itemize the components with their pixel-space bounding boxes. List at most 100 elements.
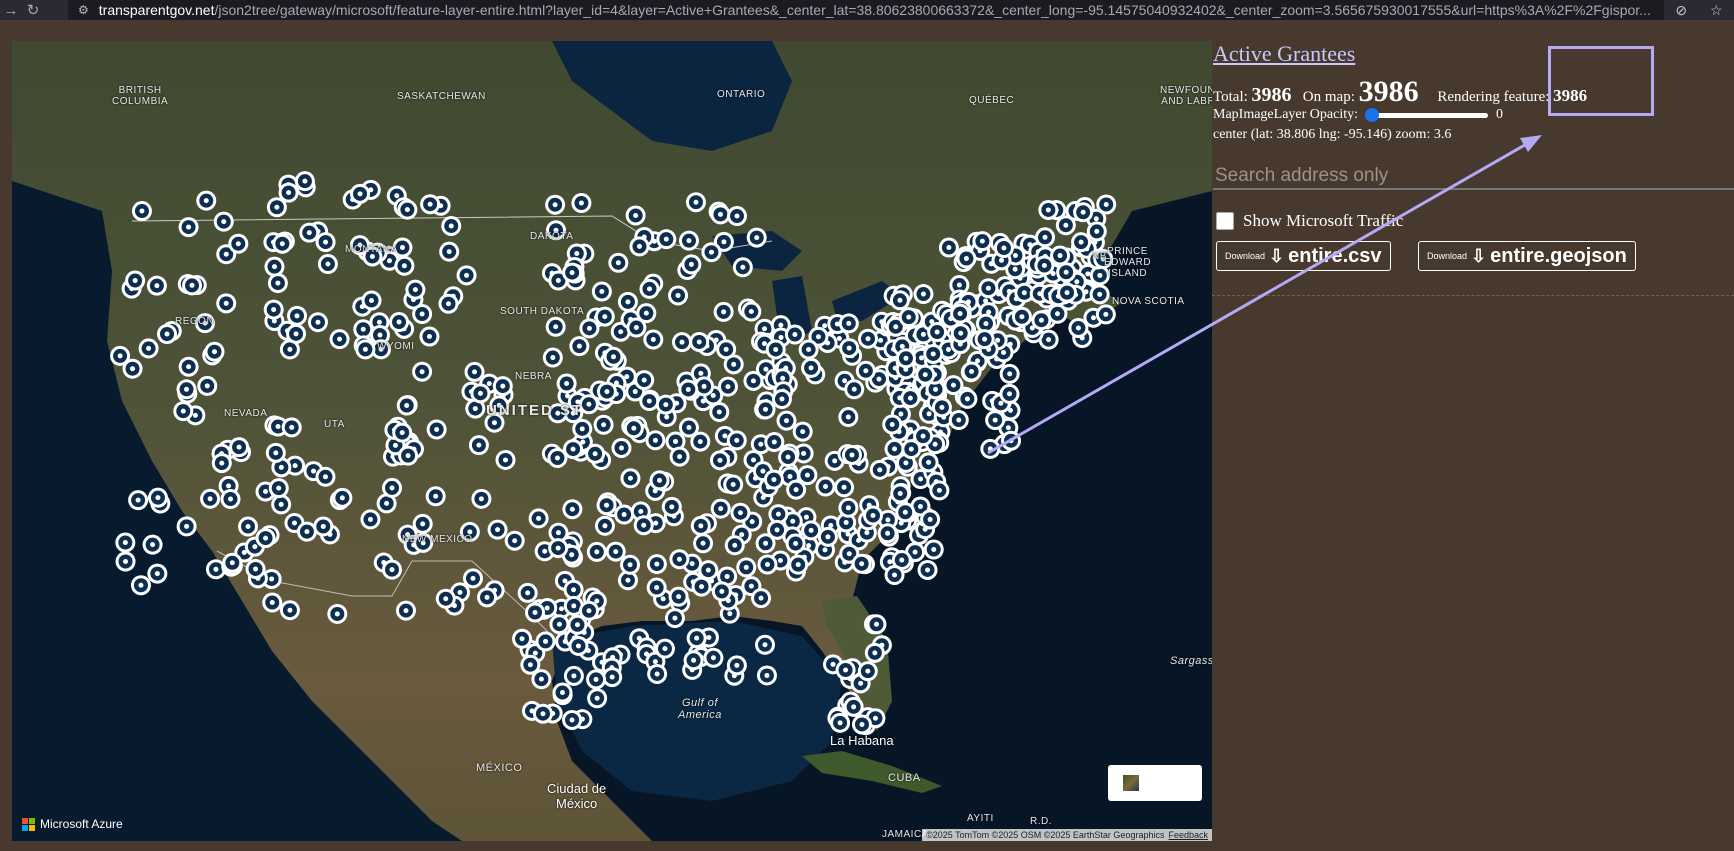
grantee-marker-dot: [998, 257, 1004, 263]
grantee-marker-dot: [837, 720, 843, 726]
grantee-marker-dot: [186, 224, 192, 230]
download-arrow-icon: ⇩: [1269, 245, 1285, 266]
grantee-marker-dot: [154, 283, 160, 289]
grantee-marker-dot: [706, 635, 712, 641]
grantee-marker-dot: [252, 544, 258, 550]
grantee-marker-dot: [803, 514, 809, 520]
grantee-marker-dot: [1075, 325, 1081, 331]
forward-icon[interactable]: →: [0, 2, 22, 19]
grantee-marker-dot: [1094, 228, 1100, 234]
grantee-marker-dot: [859, 561, 865, 567]
grantee-marker-dot: [569, 717, 575, 723]
grantee-marker-dot: [592, 451, 598, 457]
grantee-marker-dot: [985, 285, 991, 291]
download-csv-button[interactable]: Download ⇩ entire.csv: [1216, 241, 1391, 271]
grantee-marker-dot: [950, 382, 956, 388]
grantee-marker-dot: [939, 404, 945, 410]
search-address-input[interactable]: [1213, 163, 1734, 190]
grantee-marker-dot: [132, 278, 138, 284]
url-host: transparentgov.net: [98, 2, 215, 18]
address-bar[interactable]: ⚙ transparentgov.net /json2tree/gateway/…: [68, 0, 1664, 20]
url-path: /json2tree/gateway/microsoft/feature-lay…: [214, 2, 1651, 18]
label-sargasso: Sargasso: [1170, 655, 1212, 667]
opacity-slider[interactable]: [1365, 108, 1488, 122]
grantee-marker-dot: [787, 474, 793, 480]
feedback-link[interactable]: Feedback: [1168, 830, 1208, 840]
grantee-marker-dot: [751, 457, 757, 463]
grantee-marker-dot: [570, 446, 576, 452]
grantee-marker-dot: [686, 238, 692, 244]
tracking-protection-icon[interactable]: ⊘: [1675, 2, 1687, 19]
grantee-marker-dot: [1080, 209, 1086, 215]
grantee-marker-dot: [920, 331, 926, 337]
total-label: Total:: [1213, 89, 1248, 105]
grantee-marker-dot: [219, 460, 225, 466]
grantee-marker-dot: [801, 450, 807, 456]
grantee-marker-dot: [864, 530, 870, 536]
grantee-marker-dot: [719, 588, 725, 594]
traffic-checkbox[interactable]: [1216, 212, 1234, 230]
grantee-marker-dot: [979, 238, 985, 244]
grantee-marker-dot: [544, 605, 550, 611]
grantee-marker-dot: [654, 561, 660, 567]
grantee-marker-dot: [823, 484, 829, 490]
grantee-marker-dot: [641, 522, 647, 528]
grantee-marker-dot: [419, 311, 425, 317]
grantee-marker-dot: [926, 459, 932, 465]
grantee-marker-dot: [663, 402, 669, 408]
grantee-marker-dot: [223, 251, 229, 257]
map-style-picker[interactable]: [1108, 765, 1202, 801]
grantee-marker-dot: [969, 368, 975, 374]
grantee-marker-dot: [212, 349, 218, 355]
grantee-marker-dot: [223, 300, 229, 306]
grantee-marker-dot: [878, 337, 884, 343]
grantee-marker-dot: [917, 503, 923, 509]
grantee-marker-dot: [845, 414, 851, 420]
map-view[interactable]: BRITISH COLUMBIA SASKATCHEWAN ONTARIO QU…: [12, 41, 1212, 841]
grantee-marker-dot: [845, 505, 851, 511]
grantee-marker-dot: [599, 288, 605, 294]
grantee-marker-dot: [575, 643, 581, 649]
grantee-marker-dot: [532, 650, 538, 656]
grantee-marker-dot: [843, 667, 849, 673]
grantee-marker-dot: [723, 346, 729, 352]
grantee-marker-dot: [748, 309, 754, 315]
grantee-marker-dot: [184, 523, 190, 529]
grantee-marker-dot: [846, 551, 852, 557]
grantee-marker-dot: [750, 378, 756, 384]
reload-icon[interactable]: ↻: [22, 1, 44, 19]
traffic-toggle[interactable]: Show Microsoft Traffic: [1216, 211, 1403, 231]
grantee-marker-dot: [899, 557, 905, 563]
grantee-marker-dot: [542, 548, 548, 554]
layer-title-link[interactable]: Active Grantees: [1213, 41, 1355, 67]
grantee-marker-dot: [278, 501, 284, 507]
grantee-marker-dot: [876, 376, 882, 382]
grantee-marker-dot: [278, 464, 284, 470]
grantee-marker-dot: [392, 442, 398, 448]
bookmark-star-icon[interactable]: ☆: [1710, 2, 1723, 19]
grantee-marker-dot: [555, 545, 561, 551]
grantee-marker-dot: [602, 314, 608, 320]
label-saskatchewan: SASKATCHEWAN: [397, 91, 486, 102]
annotation-highlight-box: [1548, 46, 1654, 116]
grantee-marker-dot: [311, 468, 317, 474]
grantee-marker-dot: [748, 583, 754, 589]
slider-knob[interactable]: [1365, 108, 1379, 122]
opacity-row: MapImageLayer Opacity: 0: [1213, 107, 1503, 123]
grantee-marker-dot: [470, 575, 476, 581]
grantee-marker-dot: [554, 455, 560, 461]
grantee-marker-dot: [495, 527, 501, 533]
grantee-marker-dot: [306, 230, 312, 236]
grantee-marker-dot: [1093, 216, 1099, 222]
grantee-marker-dot: [586, 608, 592, 614]
grantee-marker-dot: [304, 529, 310, 535]
site-info-icon[interactable]: ⚙: [78, 3, 89, 17]
grantee-marker-dot: [906, 314, 912, 320]
grantee-marker-dot: [963, 256, 969, 262]
grantee-marker-dot: [697, 439, 703, 445]
label-haiti: AYITI: [967, 813, 994, 824]
download-geojson-button[interactable]: Download ⇩ entire.geojson: [1418, 241, 1636, 271]
label-british-columbia: BRITISH COLUMBIA: [112, 85, 169, 107]
grantee-marker-dot: [235, 241, 241, 247]
grantee-marker-dot: [1005, 425, 1011, 431]
